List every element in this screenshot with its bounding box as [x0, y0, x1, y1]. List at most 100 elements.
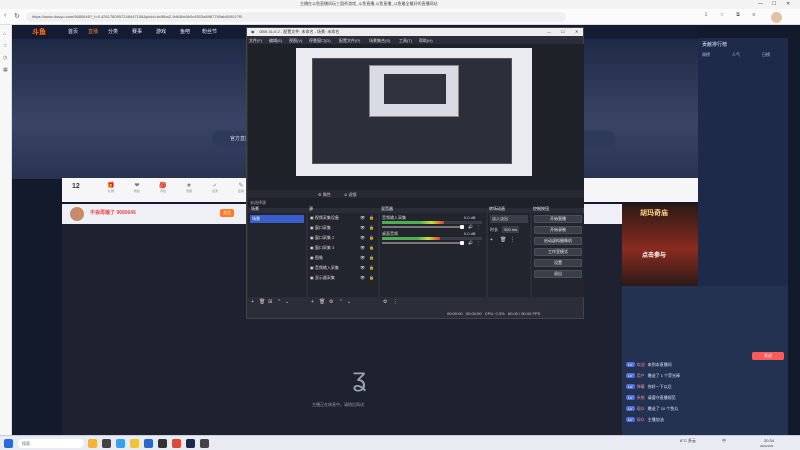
- download-icon[interactable]: ⇩: [700, 12, 712, 18]
- source-item[interactable]: ▣ 显示器采集 👁 🔒: [310, 275, 376, 281]
- chat-user[interactable]: 系统: [637, 395, 645, 400]
- home-icon[interactable]: ⌂: [3, 31, 6, 37]
- nav-item-category[interactable]: 分类: [108, 28, 118, 35]
- taskbar-search[interactable]: 搜索: [18, 439, 84, 448]
- nav-item-fanfest[interactable]: 粉丝节: [202, 28, 217, 35]
- add-transition-icon[interactable]: +: [490, 237, 493, 243]
- rank-tab-day[interactable]: 日榜: [762, 52, 770, 58]
- profile-avatar[interactable]: [771, 12, 782, 23]
- nav-item-events[interactable]: 赛事: [132, 28, 142, 35]
- site-logo[interactable]: 斗鱼: [32, 27, 46, 37]
- delete-transition-icon[interactable]: 🗑: [500, 237, 506, 243]
- visibility-icon[interactable]: 👁: [360, 275, 365, 280]
- gift-item[interactable]: ✓ 任务: [208, 182, 222, 193]
- lock-icon[interactable]: 🔒: [369, 265, 374, 270]
- volume-slider-knob[interactable]: [460, 225, 464, 229]
- chat-user[interactable]: 观众: [637, 417, 645, 422]
- rank-tab-week[interactable]: 周榜: [702, 52, 710, 58]
- follow-button[interactable]: 关注: [220, 209, 234, 217]
- lock-icon[interactable]: 🔒: [369, 255, 374, 260]
- promo-banner[interactable]: 胡玛奇庙 点击参与: [622, 204, 698, 286]
- duration-input[interactable]: 300 ms: [502, 226, 520, 233]
- obs-preview[interactable]: 未选择源: [248, 44, 584, 208]
- rank-tab-popular[interactable]: 人气: [732, 52, 740, 58]
- obs-minimize-button[interactable]: —: [547, 29, 551, 34]
- volume-slider[interactable]: [382, 226, 462, 228]
- control-button[interactable]: 设置: [534, 259, 582, 267]
- taskview-icon[interactable]: [102, 439, 111, 448]
- streamer-name[interactable]: 不会再输了 9680646: [90, 209, 136, 216]
- volume-slider[interactable]: [382, 242, 462, 244]
- menu-icon[interactable]: ≡: [748, 12, 760, 18]
- control-button[interactable]: 开始直播: [534, 215, 582, 223]
- scene-down-icon[interactable]: ⌄: [285, 299, 289, 305]
- promo-cta[interactable]: 点击参与: [642, 250, 666, 259]
- control-button[interactable]: 工作室模式: [534, 248, 582, 256]
- maximize-button[interactable]: ☐: [772, 1, 776, 7]
- source-item[interactable]: ▣ 窗口采集 2 👁 🔒: [310, 235, 376, 241]
- source-item[interactable]: ▣ 音频输入采集 👁 🔒: [310, 265, 376, 271]
- filters-button[interactable]: ⊘ 滤镜: [344, 192, 356, 198]
- nav-item-home[interactable]: 首页: [68, 28, 78, 35]
- gift-item[interactable]: ❤ 粉丝: [130, 182, 144, 193]
- start-icon[interactable]: [4, 439, 13, 448]
- source-up-icon[interactable]: ⌃: [339, 299, 343, 305]
- clock-date[interactable]: 2024/1/30: [760, 444, 773, 448]
- star-icon[interactable]: ☆: [3, 43, 7, 49]
- visibility-icon[interactable]: 👁: [360, 235, 365, 240]
- obs-taskbar-icon[interactable]: [158, 439, 167, 448]
- more-icon[interactable]: ⋮: [510, 237, 515, 243]
- track-menu-icon[interactable]: ⋮: [476, 240, 480, 245]
- visibility-icon[interactable]: 👁: [360, 215, 365, 220]
- send-button[interactable]: 发送: [752, 352, 784, 360]
- streamer-avatar[interactable]: [70, 207, 84, 221]
- history-icon[interactable]: ◷: [3, 55, 7, 61]
- extension-icon[interactable]: ⧉: [732, 12, 744, 18]
- gift-item[interactable]: 🎒 背包: [156, 182, 170, 193]
- edge-icon[interactable]: [116, 439, 125, 448]
- add-source-icon[interactable]: +: [311, 299, 314, 305]
- source-props-icon[interactable]: ⚙: [329, 299, 333, 305]
- visibility-icon[interactable]: 👁: [360, 245, 365, 250]
- speaker-icon[interactable]: 🔊: [468, 240, 473, 245]
- mixer-settings-icon[interactable]: ⚙: [383, 299, 387, 305]
- obs-close-button[interactable]: ✕: [575, 29, 578, 34]
- lock-icon[interactable]: 🔒: [369, 215, 374, 220]
- source-item[interactable]: ▣ 窗口采集 👁 🔒: [310, 225, 376, 231]
- visibility-icon[interactable]: 👁: [360, 225, 365, 230]
- lock-icon[interactable]: 🔒: [369, 225, 374, 230]
- source-item[interactable]: ▣ 图像 👁 🔒: [310, 255, 376, 261]
- lock-icon[interactable]: 🔒: [369, 245, 374, 250]
- browser-taskbar-icon[interactable]: [172, 439, 181, 448]
- browser-tab-title[interactable]: 主播在斗鱼直播间玩三国杀游戏_斗鱼直播,斗鱼直播_斗鱼最全最好的直播网站: [300, 1, 438, 7]
- close-button[interactable]: ✕: [786, 1, 790, 7]
- weather-status[interactable]: 8°C 多云: [680, 438, 696, 444]
- minimize-button[interactable]: —: [758, 1, 763, 7]
- chat-user[interactable]: 弹幕: [637, 384, 645, 389]
- app-icon[interactable]: [200, 439, 209, 448]
- nav-item-fishbar[interactable]: 鱼吧: [180, 28, 190, 35]
- add-scene-icon[interactable]: +: [251, 299, 254, 305]
- chat-user[interactable]: 用户: [637, 373, 645, 378]
- ime-indicator[interactable]: 中: [722, 438, 726, 444]
- obs-maximize-button[interactable]: ☐: [561, 29, 565, 34]
- nav-item-live[interactable]: 直播: [88, 28, 98, 35]
- apps-icon[interactable]: ▦: [3, 67, 8, 73]
- explorer-icon[interactable]: [130, 439, 139, 448]
- control-button[interactable]: 退出: [534, 270, 582, 278]
- source-item[interactable]: ▣ 窗口采集 3 👁 🔒: [310, 245, 376, 251]
- clock-time[interactable]: 20:34: [764, 438, 774, 443]
- chat-user[interactable]: 观众: [637, 406, 645, 411]
- widget-icon[interactable]: [88, 439, 97, 448]
- remove-scene-icon[interactable]: 🗑: [259, 299, 265, 305]
- scene-up-icon[interactable]: ⌃: [277, 299, 281, 305]
- speaker-icon[interactable]: 🔊: [468, 224, 473, 229]
- gift-item[interactable]: 🎁 礼物: [104, 182, 118, 193]
- scene-item[interactable]: 场景: [250, 215, 304, 223]
- steam-icon[interactable]: [186, 439, 195, 448]
- mixer-menu-icon[interactable]: ⋮: [393, 299, 398, 305]
- volume-slider-knob[interactable]: [460, 241, 464, 245]
- visibility-icon[interactable]: 👁: [360, 265, 365, 270]
- control-button[interactable]: 启动虚拟摄像机: [534, 237, 582, 245]
- gift-item[interactable]: ★ 贡献: [182, 182, 196, 193]
